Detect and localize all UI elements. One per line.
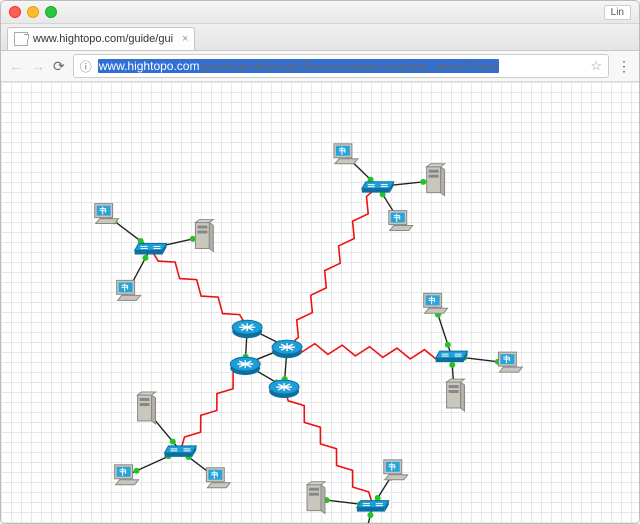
wan-link xyxy=(287,187,378,347)
switch-node[interactable] xyxy=(362,182,394,193)
window-titlebar: Lin xyxy=(1,1,639,24)
flow-dot-icon xyxy=(445,342,451,348)
switch-node[interactable] xyxy=(357,501,389,512)
workstation-node[interactable] xyxy=(334,144,358,164)
page-icon xyxy=(14,32,28,46)
router-node[interactable] xyxy=(272,340,302,358)
flow-dot-icon xyxy=(190,236,196,242)
profile-badge[interactable]: Lin xyxy=(604,5,631,20)
site-info-icon[interactable]: ⓘ xyxy=(80,58,92,75)
maximize-icon[interactable] xyxy=(45,6,57,18)
wan-link xyxy=(151,248,248,327)
workstation-node[interactable] xyxy=(424,293,448,313)
back-button[interactable]: ← xyxy=(9,58,23,74)
forward-button[interactable]: → xyxy=(31,58,45,74)
close-icon[interactable] xyxy=(9,6,21,18)
close-tab-icon[interactable]: × xyxy=(182,33,188,45)
workstation-node[interactable] xyxy=(206,468,230,488)
bookmark-icon[interactable]: ☆ xyxy=(590,58,602,74)
wan-link xyxy=(284,387,373,506)
topology-svg xyxy=(1,82,639,524)
url-text: www.hightopo.com/guide/guide/plugin/flow… xyxy=(98,59,585,73)
flow-dot-icon xyxy=(170,439,176,445)
flow-dot-icon xyxy=(420,179,426,185)
flow-dot-icon xyxy=(134,468,140,474)
browser-tab[interactable]: www.hightopo.com/guide/gui × xyxy=(7,27,195,50)
workstation-node[interactable] xyxy=(498,352,522,372)
router-node[interactable] xyxy=(232,320,262,338)
server-node[interactable] xyxy=(195,220,213,252)
wan-link xyxy=(180,364,245,451)
flow-dot-icon xyxy=(142,255,148,261)
flow-dot-icon xyxy=(367,512,373,518)
server-node[interactable] xyxy=(138,392,156,424)
topology-canvas[interactable] xyxy=(1,82,639,523)
workstation-node[interactable] xyxy=(384,460,408,480)
reload-button[interactable]: ⟳ xyxy=(53,58,65,75)
toolbar: ← → ⟳ ⓘ www.hightopo.com/guide/guide/plu… xyxy=(1,51,639,82)
workstation-node[interactable] xyxy=(389,211,413,231)
workstation-node[interactable] xyxy=(117,280,141,300)
server-node[interactable] xyxy=(307,482,325,514)
switch-node[interactable] xyxy=(436,351,468,362)
menu-icon[interactable]: ⋮ xyxy=(617,58,631,75)
router-node[interactable] xyxy=(230,357,260,375)
flow-dot-icon xyxy=(449,362,455,368)
workstation-node[interactable] xyxy=(115,465,139,485)
address-bar[interactable]: ⓘ www.hightopo.com/guide/guide/plugin/fl… xyxy=(73,54,609,78)
wan-link xyxy=(287,344,451,361)
minimize-icon[interactable] xyxy=(27,6,39,18)
switch-node[interactable] xyxy=(135,243,167,254)
server-node[interactable] xyxy=(447,379,465,411)
router-node[interactable] xyxy=(269,380,299,398)
switch-node[interactable] xyxy=(164,446,196,457)
flow-dot-icon xyxy=(375,495,381,501)
tab-title: www.hightopo.com/guide/gui xyxy=(33,33,173,45)
tab-strip: www.hightopo.com/guide/gui × xyxy=(1,24,639,51)
server-node[interactable] xyxy=(427,164,445,196)
workstation-node[interactable] xyxy=(95,204,119,224)
